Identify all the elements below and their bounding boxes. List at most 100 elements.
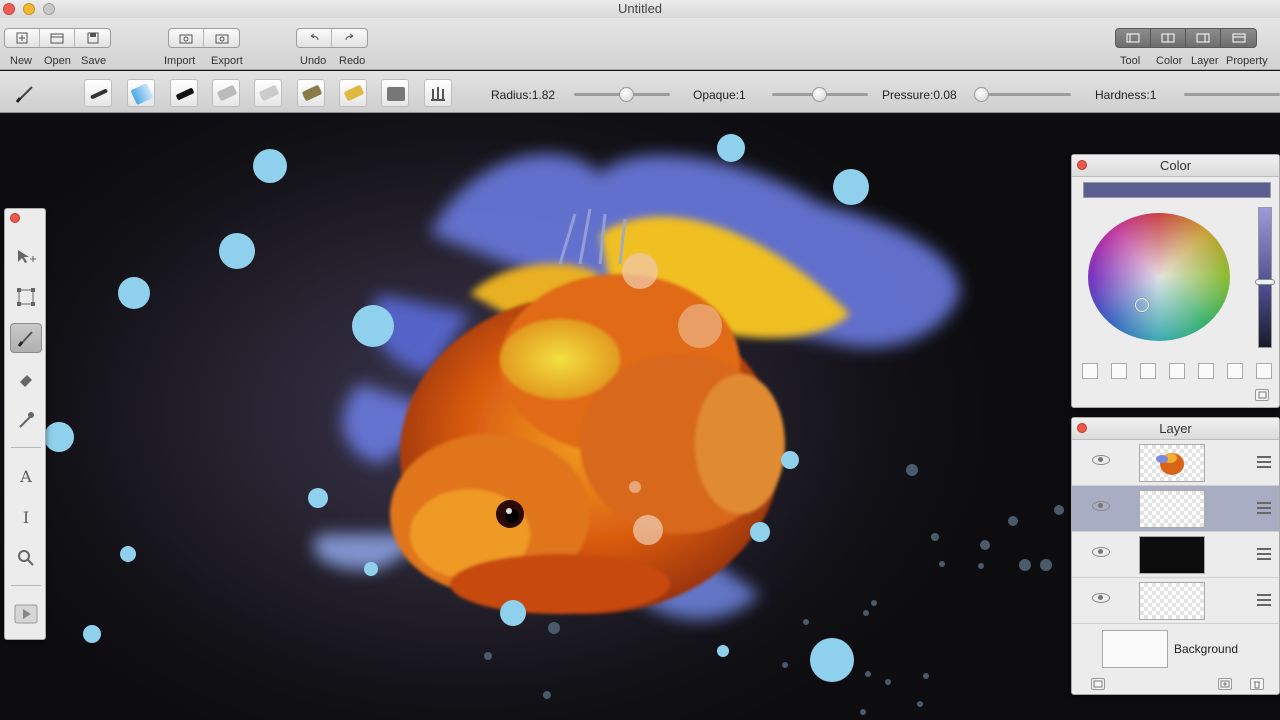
brush-preset-7[interactable] <box>339 79 367 107</box>
zoom-tool[interactable] <box>10 543 42 573</box>
play-button[interactable] <box>10 599 42 629</box>
tool-label: Tool <box>1120 55 1141 67</box>
open-button[interactable] <box>40 29 75 47</box>
radius-slider-knob[interactable] <box>619 87 634 102</box>
undo-button[interactable] <box>297 29 332 47</box>
color-swatch-1[interactable] <box>1082 363 1098 379</box>
color-swatch-4[interactable] <box>1169 363 1185 379</box>
add-layer-button[interactable] <box>1218 678 1232 690</box>
pressure-slider-knob[interactable] <box>974 87 989 102</box>
eye-icon[interactable] <box>1092 455 1110 465</box>
layer-panel-icon <box>1196 33 1210 43</box>
brush-settings-icon <box>431 87 445 101</box>
brush-preset-2[interactable] <box>127 79 155 107</box>
eraser-tool[interactable] <box>10 364 42 394</box>
file-button-group <box>4 28 111 48</box>
brush-preset-1[interactable] <box>84 79 112 107</box>
tool-panel-toggle[interactable] <box>1116 29 1151 47</box>
layer-panel-toggle[interactable] <box>1186 29 1221 47</box>
current-color-swatch <box>1083 182 1271 198</box>
undo-label: Undo <box>300 55 327 67</box>
brush-icon <box>15 86 33 103</box>
color-panel: Color <box>1071 154 1280 408</box>
brush-preset-5[interactable] <box>254 79 282 107</box>
layer-export-button[interactable] <box>1091 678 1105 690</box>
layer-menu-icon[interactable] <box>1257 594 1271 606</box>
layer-label: Layer <box>1191 55 1219 67</box>
brush-preset-3[interactable] <box>170 79 198 107</box>
background-layer-row[interactable]: Background <box>1072 624 1279 674</box>
layer-menu-icon[interactable] <box>1257 548 1271 560</box>
color-panel-close-button[interactable] <box>1077 160 1087 170</box>
color-wheel[interactable] <box>1088 213 1230 341</box>
brush-preset-4[interactable] <box>212 79 240 107</box>
import-button[interactable] <box>169 29 204 47</box>
layer-menu-icon[interactable] <box>1257 502 1271 514</box>
redo-button[interactable] <box>332 29 367 47</box>
import-label: Import <box>164 55 196 67</box>
save-label: Save <box>81 55 107 67</box>
save-button[interactable] <box>75 29 110 47</box>
new-button[interactable] <box>5 29 40 47</box>
color-swatch-2[interactable] <box>1111 363 1127 379</box>
select-tool[interactable] <box>10 241 42 271</box>
layer-row-goldfish[interactable] <box>1072 440 1279 486</box>
export-layer-icon <box>1093 680 1103 688</box>
eye-icon[interactable] <box>1092 547 1110 557</box>
layer-row-black[interactable] <box>1072 532 1279 578</box>
import-icon <box>179 34 193 44</box>
color-panel-toggle[interactable] <box>1151 29 1186 47</box>
tool-separator <box>11 585 41 586</box>
tool-panel-icon <box>1126 33 1140 43</box>
export-button[interactable] <box>204 29 239 47</box>
color-panel-icon <box>1161 33 1175 43</box>
background-thumbnail <box>1102 630 1168 668</box>
maximize-window-button[interactable] <box>43 3 55 15</box>
new-file-icon <box>16 32 28 44</box>
color-swatch-6[interactable] <box>1227 363 1243 379</box>
color-swatch-3[interactable] <box>1140 363 1156 379</box>
minimize-window-button[interactable] <box>23 3 35 15</box>
tool-panel-close-button[interactable] <box>10 213 20 223</box>
layer-menu-icon[interactable] <box>1257 456 1271 468</box>
brush-preset-8[interactable] <box>381 79 409 107</box>
delete-layer-button[interactable] <box>1250 678 1264 690</box>
text-cursor-tool[interactable]: I <box>10 502 42 532</box>
property-panel-toggle[interactable] <box>1221 29 1256 47</box>
hardness-slider[interactable] <box>1184 93 1280 96</box>
eyedropper-tool[interactable] <box>10 405 42 435</box>
tool-separator <box>11 447 41 448</box>
brush-preset-6[interactable] <box>297 79 325 107</box>
title-bar: Untitled <box>0 0 1280 18</box>
pressure-slider[interactable] <box>975 93 1071 96</box>
brush-tool[interactable] <box>10 323 42 353</box>
opaque-slider-knob[interactable] <box>812 87 827 102</box>
brightness-slider[interactable] <box>1258 207 1272 348</box>
new-label: New <box>10 55 33 67</box>
eye-icon[interactable] <box>1092 593 1110 603</box>
layer-panel-close-button[interactable] <box>1077 423 1087 433</box>
redo-arrow-icon <box>345 33 353 41</box>
color-wheel-cursor[interactable] <box>1135 298 1149 312</box>
brush-preset-9[interactable] <box>424 79 452 107</box>
close-window-button[interactable] <box>3 3 15 15</box>
color-panel-title: Color <box>1072 155 1279 177</box>
import-export-group <box>168 28 240 48</box>
open-label: Open <box>44 55 71 67</box>
text-tool[interactable]: A <box>10 461 42 491</box>
transform-icon <box>17 288 35 306</box>
color-swatch-7[interactable] <box>1256 363 1272 379</box>
layer-panel: Layer Background <box>1071 417 1280 695</box>
layer-row-bubbles[interactable] <box>1072 486 1279 532</box>
add-layer-icon <box>1220 680 1230 688</box>
layer-row-empty[interactable] <box>1072 578 1279 624</box>
color-label: Color <box>1156 55 1183 67</box>
brightness-slider-knob[interactable] <box>1255 279 1275 285</box>
export-icon <box>215 34 228 44</box>
color-swatch-5[interactable] <box>1198 363 1214 379</box>
transform-tool[interactable] <box>10 282 42 312</box>
redo-label: Redo <box>339 55 366 67</box>
radius-label: Radius:1.82 <box>491 88 556 102</box>
add-swatch-button[interactable] <box>1255 389 1269 401</box>
eye-icon[interactable] <box>1092 501 1110 511</box>
